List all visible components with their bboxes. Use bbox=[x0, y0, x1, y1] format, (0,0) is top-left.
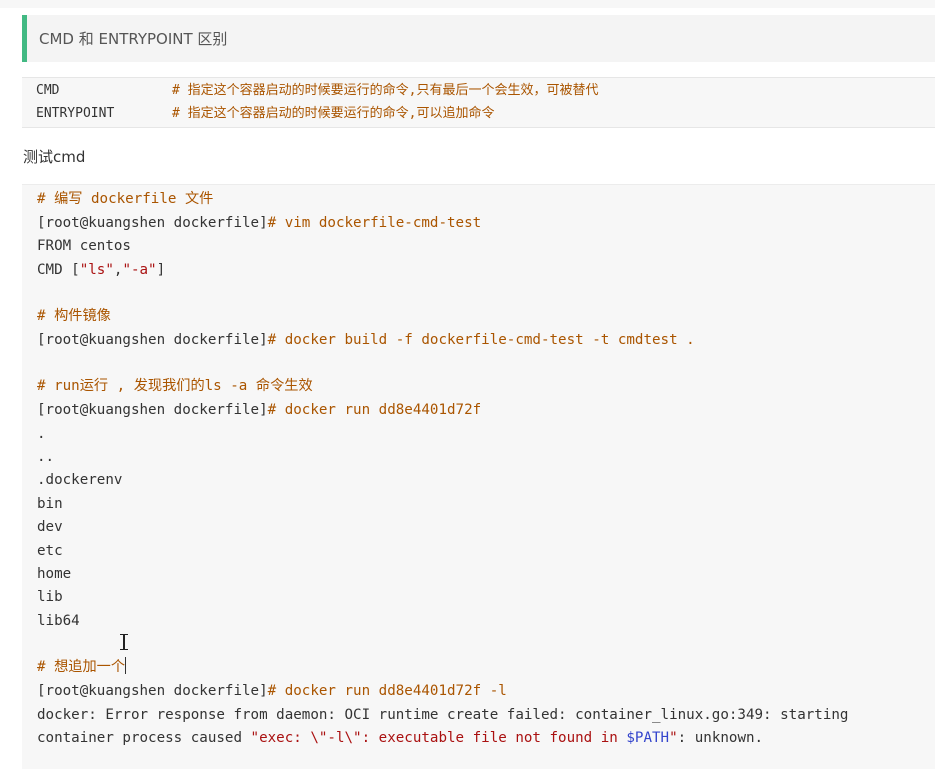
output-line: . bbox=[37, 426, 46, 442]
output-line: dev bbox=[37, 519, 63, 535]
shell-prompt: [root@kuangshen dockerfile] bbox=[37, 332, 268, 348]
code-token: CMD [ bbox=[37, 262, 80, 278]
shell-command: # docker run dd8e4401d72f -l bbox=[267, 683, 507, 699]
code-string: " bbox=[669, 730, 678, 746]
text-caret bbox=[125, 657, 127, 674]
shell-command: # docker build -f dockerfile-cmd-test -t… bbox=[267, 332, 695, 348]
row-comment: # 指定这个容器启动的时候要运行的命令,只有最后一个会生效，可被替代 bbox=[172, 83, 599, 98]
code-line: # 想追加一个 bbox=[37, 657, 127, 677]
quote-text: CMD 和 ENTRYPOINT 区别 bbox=[39, 30, 228, 48]
code-token: ] bbox=[156, 262, 166, 278]
code-token: : unknown. bbox=[677, 730, 764, 746]
row-key: ENTRYPOINT bbox=[36, 106, 115, 121]
error-line: docker: Error response from daemon: OCI … bbox=[37, 707, 849, 723]
code-block[interactable]: # 编写 dockerfile 文件 [root@kuangshen docke… bbox=[22, 184, 935, 769]
code-comment: # 构件镜像 bbox=[37, 308, 111, 324]
shell-prompt: [root@kuangshen dockerfile] bbox=[37, 683, 268, 699]
blockquote-title: CMD 和 ENTRYPOINT 区别 bbox=[22, 15, 935, 62]
output-line: home bbox=[37, 566, 72, 582]
shell-command: # docker run dd8e4401d72f bbox=[267, 402, 482, 418]
code-comment: # 想追加一个 bbox=[37, 659, 126, 675]
code-string: "exec: \"-l\": executable file not found… bbox=[250, 730, 627, 746]
output-line: bin bbox=[37, 496, 63, 512]
output-line: lib64 bbox=[37, 613, 80, 629]
code-line: [root@kuangshen dockerfile]# docker run … bbox=[37, 400, 481, 420]
shell-command: # vim dockerfile-cmd-test bbox=[267, 215, 482, 231]
row-comment: # 指定这个容器启动的时候要运行的命令,可以追加命令 bbox=[172, 106, 495, 121]
row-key: CMD bbox=[36, 83, 60, 98]
shell-prompt: [root@kuangshen dockerfile] bbox=[37, 215, 268, 231]
cmd-row: CMD # 指定这个容器启动的时候要运行的命令,只有最后一个会生效，可被替代 bbox=[36, 81, 598, 101]
code-line: [root@kuangshen dockerfile]# docker buil… bbox=[37, 330, 695, 350]
code-token: container process caused bbox=[37, 730, 251, 746]
error-line: container process caused "exec: \"-l\": … bbox=[37, 728, 763, 748]
output-line: etc bbox=[37, 543, 63, 559]
ibeam-cursor-icon bbox=[119, 634, 129, 650]
section-heading: 测试cmd bbox=[23, 148, 86, 166]
output-line: .. bbox=[37, 449, 55, 465]
output-line: lib bbox=[37, 589, 63, 605]
shell-prompt: [root@kuangshen dockerfile] bbox=[37, 402, 268, 418]
code-string: "-a" bbox=[122, 262, 157, 278]
code-line: [root@kuangshen dockerfile]# vim dockerf… bbox=[37, 213, 481, 233]
code-line: [root@kuangshen dockerfile]# docker run … bbox=[37, 681, 507, 701]
top-divider bbox=[0, 0, 935, 8]
comparison-code-block: CMD # 指定这个容器启动的时候要运行的命令,只有最后一个会生效，可被替代 EN… bbox=[22, 77, 935, 128]
entrypoint-row: ENTRYPOINT # 指定这个容器启动的时候要运行的命令,可以追加命令 bbox=[36, 104, 494, 124]
code-string: "ls" bbox=[79, 262, 114, 278]
output-line: .dockerenv bbox=[37, 472, 123, 488]
code-comment: # 编写 dockerfile 文件 bbox=[37, 191, 214, 207]
code-variable: $PATH bbox=[626, 730, 670, 746]
code-comment: # run运行 , 发现我们的ls -a 命令生效 bbox=[37, 378, 313, 394]
code-line: CMD ["ls","-a"] bbox=[37, 260, 165, 280]
code-line: FROM centos bbox=[37, 238, 131, 254]
